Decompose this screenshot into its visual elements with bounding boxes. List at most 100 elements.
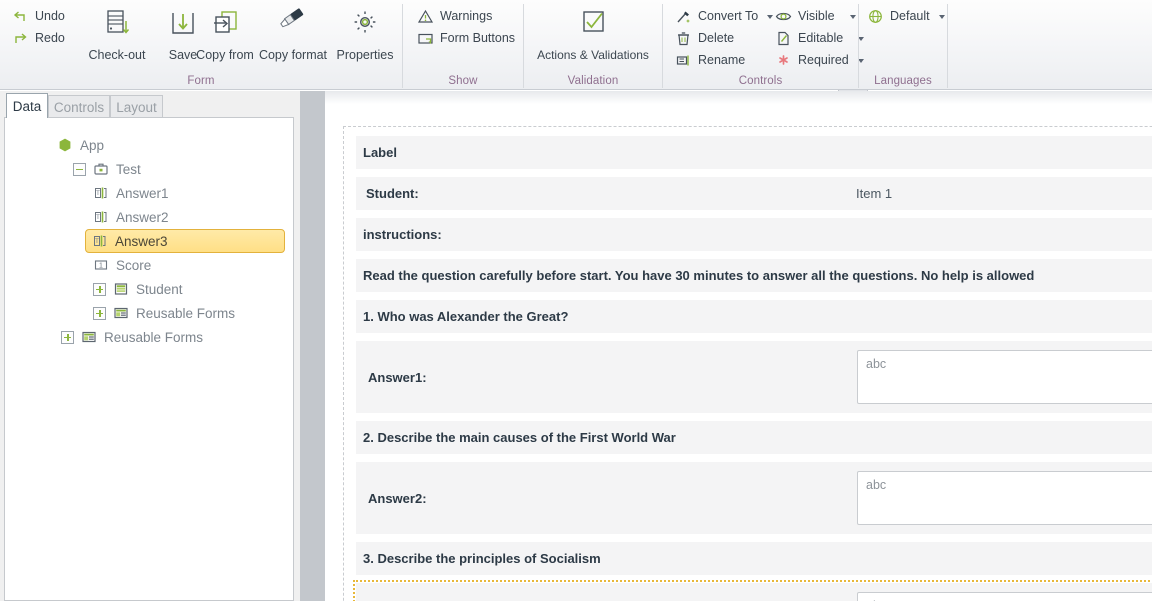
tree-item-answer1[interactable]: T Answer1 bbox=[87, 182, 175, 204]
reusable-form-icon bbox=[81, 329, 97, 345]
copy-format-label: Copy format bbox=[258, 48, 328, 62]
form-label-answer-2: Answer2: bbox=[368, 490, 427, 506]
required-label: Required bbox=[798, 53, 849, 68]
globe-default-icon bbox=[867, 8, 884, 25]
answer2-textarea[interactable] bbox=[857, 471, 1152, 525]
default-language-button[interactable]: Default bbox=[867, 8, 945, 25]
rename-icon bbox=[675, 52, 692, 69]
form-row-instructions-text[interactable]: Read the question carefully before start… bbox=[356, 259, 1152, 292]
convert-to-button[interactable]: Convert To bbox=[675, 8, 774, 25]
properties-gear-icon bbox=[345, 4, 385, 44]
data-tree-pane[interactable]: App Test T Answer1 T Answer2 T Answer3 1… bbox=[4, 117, 294, 601]
tree-item-label: Answer1 bbox=[116, 185, 169, 201]
redo-button[interactable]: Redo bbox=[12, 30, 65, 47]
chevron-down-icon[interactable] bbox=[938, 14, 945, 19]
tree-item-label: Answer3 bbox=[115, 233, 168, 249]
delete-button[interactable]: Delete bbox=[675, 30, 734, 47]
ribbon-group-languages: Default Languages bbox=[859, 0, 947, 90]
tree-item-student[interactable]: Student bbox=[87, 278, 189, 300]
tree-item-app[interactable]: App bbox=[51, 134, 110, 156]
chevron-down-icon[interactable] bbox=[849, 14, 856, 19]
form-label-title: Label bbox=[363, 145, 397, 160]
check-out-label: Check-out bbox=[88, 48, 146, 62]
panel-tabstrip: Data Controls Layout bbox=[0, 91, 300, 118]
form-row-question-1[interactable]: 1. Who was Alexander the Great? bbox=[356, 300, 1152, 333]
form-row-answer-3[interactable]: Answer3: bbox=[353, 580, 1152, 601]
chevron-down-icon[interactable] bbox=[767, 14, 774, 19]
group-label-form: Form bbox=[187, 75, 215, 87]
expand-expander-icon[interactable] bbox=[93, 282, 106, 296]
tree-item-test[interactable]: Test bbox=[67, 158, 147, 180]
svg-text:T: T bbox=[96, 215, 100, 221]
form-designer-canvas: Label Student: Item 1 instructions: Read… bbox=[325, 91, 1152, 601]
check-out-button[interactable]: Check-out bbox=[80, 4, 154, 63]
tree-item-label: Answer2 bbox=[116, 209, 169, 225]
canvas-top-shade bbox=[325, 91, 1152, 104]
form-buttons-label: Form Buttons bbox=[440, 31, 516, 46]
properties-label: Properties bbox=[336, 48, 394, 62]
tree-item-label: Student bbox=[136, 281, 183, 297]
expand-expander-icon[interactable] bbox=[61, 330, 74, 344]
visible-button[interactable]: Visible bbox=[775, 8, 856, 25]
form-label-instructions-text: Read the question carefully before start… bbox=[363, 268, 1035, 283]
tab-data[interactable]: Data bbox=[6, 93, 48, 118]
ribbon-toolbar: Undo Redo Check-out Save Copy from Copy … bbox=[0, 0, 1152, 90]
tree-item-answer3[interactable]: T Answer3 bbox=[85, 229, 285, 253]
ribbon-group-validation: Actions & Validations Validation bbox=[524, 0, 662, 90]
form-row-student[interactable]: Student: Item 1 bbox=[356, 177, 1152, 210]
form-row-label[interactable]: Label bbox=[356, 136, 1152, 169]
warnings-button[interactable]: Warnings bbox=[417, 8, 492, 25]
form-label-question-2: 2. Describe the main causes of the First… bbox=[363, 430, 676, 445]
actions-validations-button[interactable]: Actions & Validations bbox=[537, 4, 649, 62]
form-row-question-3[interactable]: 3. Describe the principles of Socialism bbox=[356, 542, 1152, 575]
collapse-expander-icon[interactable] bbox=[73, 162, 86, 176]
undo-button[interactable]: Undo bbox=[12, 8, 65, 25]
tree-item-answer2[interactable]: T Answer2 bbox=[87, 206, 175, 228]
undo-arrow-icon bbox=[12, 8, 29, 25]
editable-button[interactable]: Editable bbox=[775, 30, 865, 47]
visible-label: Visible bbox=[798, 9, 835, 24]
tree-item-label: Reusable Forms bbox=[136, 305, 236, 321]
group-label-controls: Controls bbox=[738, 75, 783, 87]
form-row-answer-1[interactable]: Answer1: bbox=[356, 341, 1152, 413]
form-row-answer-2[interactable]: Answer2: bbox=[356, 462, 1152, 534]
ribbon-separator bbox=[947, 4, 948, 88]
redo-label: Redo bbox=[35, 31, 65, 46]
text-field-icon: T bbox=[92, 233, 108, 249]
redo-arrow-icon bbox=[12, 30, 29, 47]
tree-item-score[interactable]: 1 Score bbox=[87, 254, 157, 276]
rename-label: Rename bbox=[698, 53, 746, 68]
expand-expander-icon[interactable] bbox=[93, 306, 106, 320]
default-language-label: Default bbox=[890, 9, 930, 24]
delete-label: Delete bbox=[698, 31, 735, 46]
editable-label: Editable bbox=[798, 31, 844, 46]
form-value-student[interactable]: Item 1 bbox=[856, 186, 892, 201]
actions-validations-label: Actions & Validations bbox=[537, 48, 649, 62]
text-field-icon: T bbox=[93, 209, 109, 225]
ribbon-group-controls: Convert To Delete Rename Visible Editabl… bbox=[663, 0, 865, 90]
tree-item-reusable-forms-child[interactable]: Reusable Forms bbox=[87, 302, 241, 324]
properties-button[interactable]: Properties bbox=[328, 4, 402, 63]
copy-format-brush-icon bbox=[273, 4, 313, 44]
copy-from-button[interactable]: Copy from bbox=[188, 4, 262, 63]
tab-layout[interactable]: Layout bbox=[110, 95, 163, 118]
svg-text:T: T bbox=[95, 239, 99, 245]
rename-button[interactable]: Rename bbox=[675, 52, 745, 69]
form-row-instructions-label[interactable]: instructions: bbox=[356, 218, 1152, 251]
editable-pencil-icon bbox=[775, 30, 792, 47]
tab-controls[interactable]: Controls bbox=[48, 95, 110, 118]
answer1-textarea[interactable] bbox=[857, 350, 1152, 404]
tab-data-label: Data bbox=[12, 98, 42, 114]
form-row-question-2[interactable]: 2. Describe the main causes of the First… bbox=[356, 421, 1152, 454]
panel-splitter[interactable] bbox=[300, 91, 325, 601]
tree-item-label: App bbox=[80, 137, 105, 153]
form-container[interactable]: Label Student: Item 1 instructions: Read… bbox=[343, 126, 1152, 601]
tree-item-reusable-forms-root[interactable]: Reusable Forms bbox=[55, 326, 209, 348]
required-button[interactable]: Required bbox=[775, 52, 864, 69]
copy-format-button[interactable]: Copy format bbox=[256, 4, 330, 63]
tab-controls-label: Controls bbox=[53, 99, 105, 115]
answer3-textarea[interactable] bbox=[857, 592, 1152, 601]
svg-text:1: 1 bbox=[99, 263, 103, 270]
check-out-icon bbox=[97, 4, 137, 44]
form-buttons-button[interactable]: Form Buttons bbox=[417, 30, 515, 47]
